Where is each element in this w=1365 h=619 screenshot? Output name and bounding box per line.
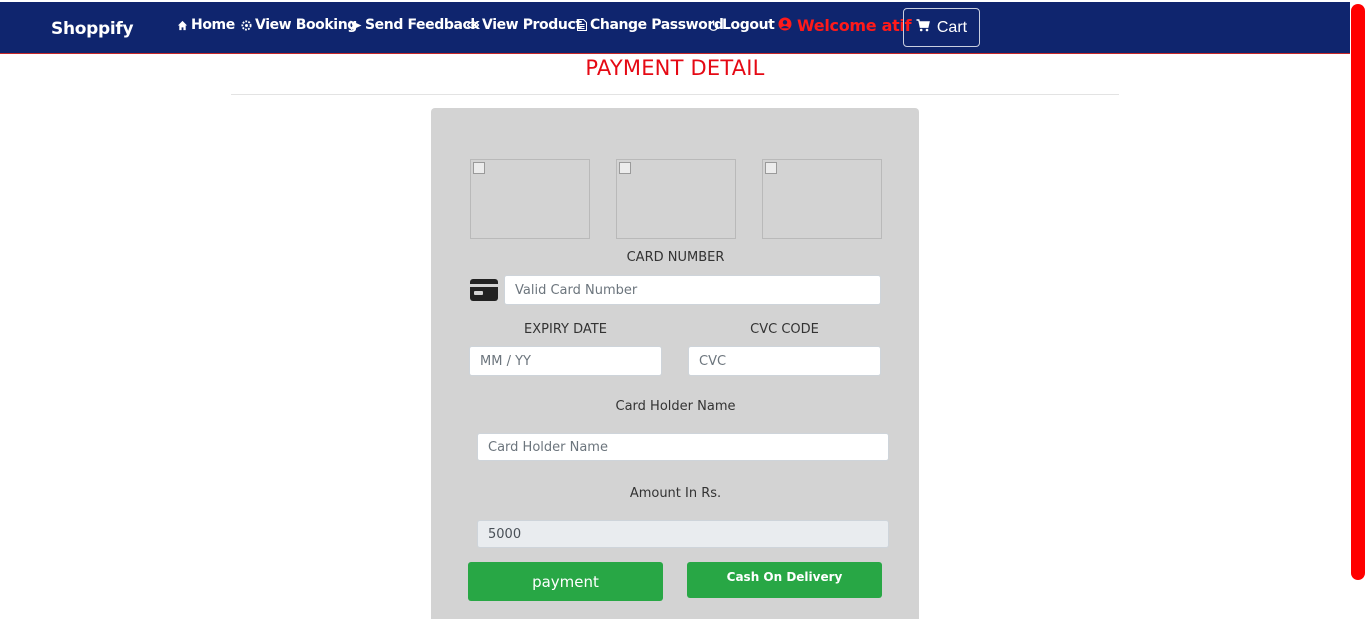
nav-change-password-label: Change Password bbox=[590, 17, 724, 33]
broken-image-icon bbox=[619, 162, 631, 174]
expiry-date-label: EXPIRY DATE bbox=[524, 322, 607, 337]
nav-send-feedback-label: Send Feedback bbox=[365, 17, 480, 33]
card-image-3 bbox=[762, 159, 882, 239]
amount-input[interactable] bbox=[477, 520, 889, 548]
nav-view-booking-link[interactable]: View Booking bbox=[241, 17, 357, 33]
nav-view-product-label: View Product bbox=[482, 17, 582, 33]
broken-image-icon bbox=[765, 162, 777, 174]
power-icon bbox=[708, 19, 719, 31]
payment-button[interactable]: payment bbox=[468, 562, 663, 601]
amount-label: Amount In Rs. bbox=[629, 486, 722, 501]
cash-on-delivery-label: Cash On Delivery bbox=[726, 570, 843, 584]
card-number-label: CARD NUMBER bbox=[626, 250, 725, 265]
credit-card-icon bbox=[470, 279, 498, 301]
payment-button-label: payment bbox=[532, 572, 599, 591]
cvc-code-label: CVC CODE bbox=[750, 322, 819, 337]
nav-view-product-link[interactable]: View Product bbox=[467, 17, 582, 33]
navbar: Shoppify Home View Booking Send Feedback… bbox=[0, 2, 1350, 54]
cart-label: Cart bbox=[936, 18, 968, 36]
scrollbar-thumb[interactable] bbox=[1351, 4, 1365, 580]
document-icon bbox=[577, 19, 587, 31]
welcome-user[interactable]: Welcome atif bbox=[778, 16, 912, 35]
eye-icon bbox=[467, 20, 479, 30]
nav-change-password-link[interactable]: Change Password bbox=[577, 17, 724, 33]
gear-icon bbox=[241, 19, 252, 31]
broken-image-icon bbox=[473, 162, 485, 174]
brand-logo[interactable]: Shoppify bbox=[51, 19, 134, 39]
nav-home-link[interactable]: Home bbox=[177, 17, 235, 33]
card-holder-label: Card Holder Name bbox=[615, 399, 736, 414]
nav-home-label: Home bbox=[191, 17, 235, 33]
nav-logout-label: Logout bbox=[722, 17, 775, 33]
card-holder-input[interactable] bbox=[477, 433, 889, 461]
card-image-1 bbox=[470, 159, 590, 239]
card-number-input[interactable] bbox=[504, 275, 881, 305]
home-icon bbox=[177, 20, 188, 31]
welcome-text: Welcome atif bbox=[797, 16, 912, 35]
cart-button[interactable]: Cart bbox=[903, 8, 980, 47]
nav-send-feedback-link[interactable]: Send Feedback bbox=[350, 17, 480, 33]
cvc-input[interactable] bbox=[688, 346, 881, 376]
user-icon bbox=[778, 16, 792, 35]
nav-logout-link[interactable]: Logout bbox=[708, 17, 775, 33]
cart-icon bbox=[916, 18, 930, 37]
nav-view-booking-label: View Booking bbox=[255, 17, 357, 33]
send-icon bbox=[350, 20, 362, 31]
card-image-2 bbox=[616, 159, 736, 239]
expiry-date-input[interactable] bbox=[469, 346, 662, 376]
page: Shoppify Home View Booking Send Feedback… bbox=[0, 0, 1365, 619]
cash-on-delivery-button[interactable]: Cash On Delivery bbox=[687, 562, 882, 598]
title-divider bbox=[231, 94, 1119, 95]
page-title: PAYMENT DETAIL bbox=[585, 56, 765, 80]
